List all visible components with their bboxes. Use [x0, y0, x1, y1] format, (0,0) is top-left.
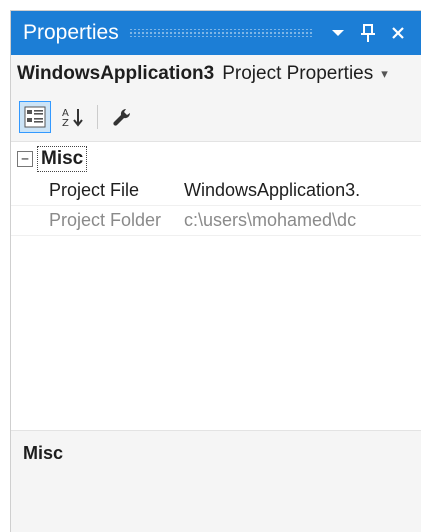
wrench-icon [113, 108, 131, 126]
alphabetical-icon: A Z [62, 108, 83, 128]
toolbar-separator [97, 105, 98, 129]
window-position-dropdown-button[interactable] [323, 18, 353, 48]
property-value[interactable]: c:\users\mohamed\dc [178, 210, 421, 231]
property-row-project-folder[interactable]: Project Folder c:\users\mohamed\dc [11, 206, 421, 236]
category-row-misc[interactable]: − Misc [11, 142, 421, 176]
alphabetical-button[interactable]: A Z [57, 101, 89, 133]
categorized-button[interactable] [19, 101, 51, 133]
close-icon [392, 27, 404, 39]
description-title: Misc [23, 443, 64, 463]
title-bar-grip [128, 29, 313, 37]
property-name: Project File [49, 180, 140, 200]
chevron-down-icon[interactable]: ▾ [381, 66, 388, 82]
svg-text:Z: Z [62, 118, 69, 128]
object-name: WindowsApplication3 [17, 63, 215, 84]
auto-hide-pin-button[interactable] [353, 18, 383, 48]
description-pane: Misc [11, 431, 421, 532]
property-row-project-file[interactable]: Project File WindowsApplication3. [11, 176, 421, 206]
property-grid: − Misc Project File WindowsApplication3.… [11, 141, 421, 431]
property-name: Project Folder [49, 210, 162, 230]
property-pages-button[interactable] [106, 101, 138, 133]
properties-toolbar: A Z [11, 93, 421, 141]
properties-panel: Properties WindowsApplication3 Project P… [10, 10, 421, 532]
close-button[interactable] [383, 18, 413, 48]
dropdown-arrow-icon [332, 30, 344, 36]
property-value[interactable]: WindowsApplication3. [178, 180, 421, 201]
collapse-icon[interactable]: − [17, 151, 33, 167]
panel-title: Properties [23, 21, 119, 44]
object-type: Project Properties [222, 63, 374, 84]
categorized-icon [24, 106, 46, 128]
category-label: Misc [37, 146, 88, 172]
object-selector[interactable]: WindowsApplication3 Project Properties ▾ [11, 55, 421, 93]
pin-icon [361, 24, 375, 42]
panel-title-bar[interactable]: Properties [11, 11, 421, 55]
